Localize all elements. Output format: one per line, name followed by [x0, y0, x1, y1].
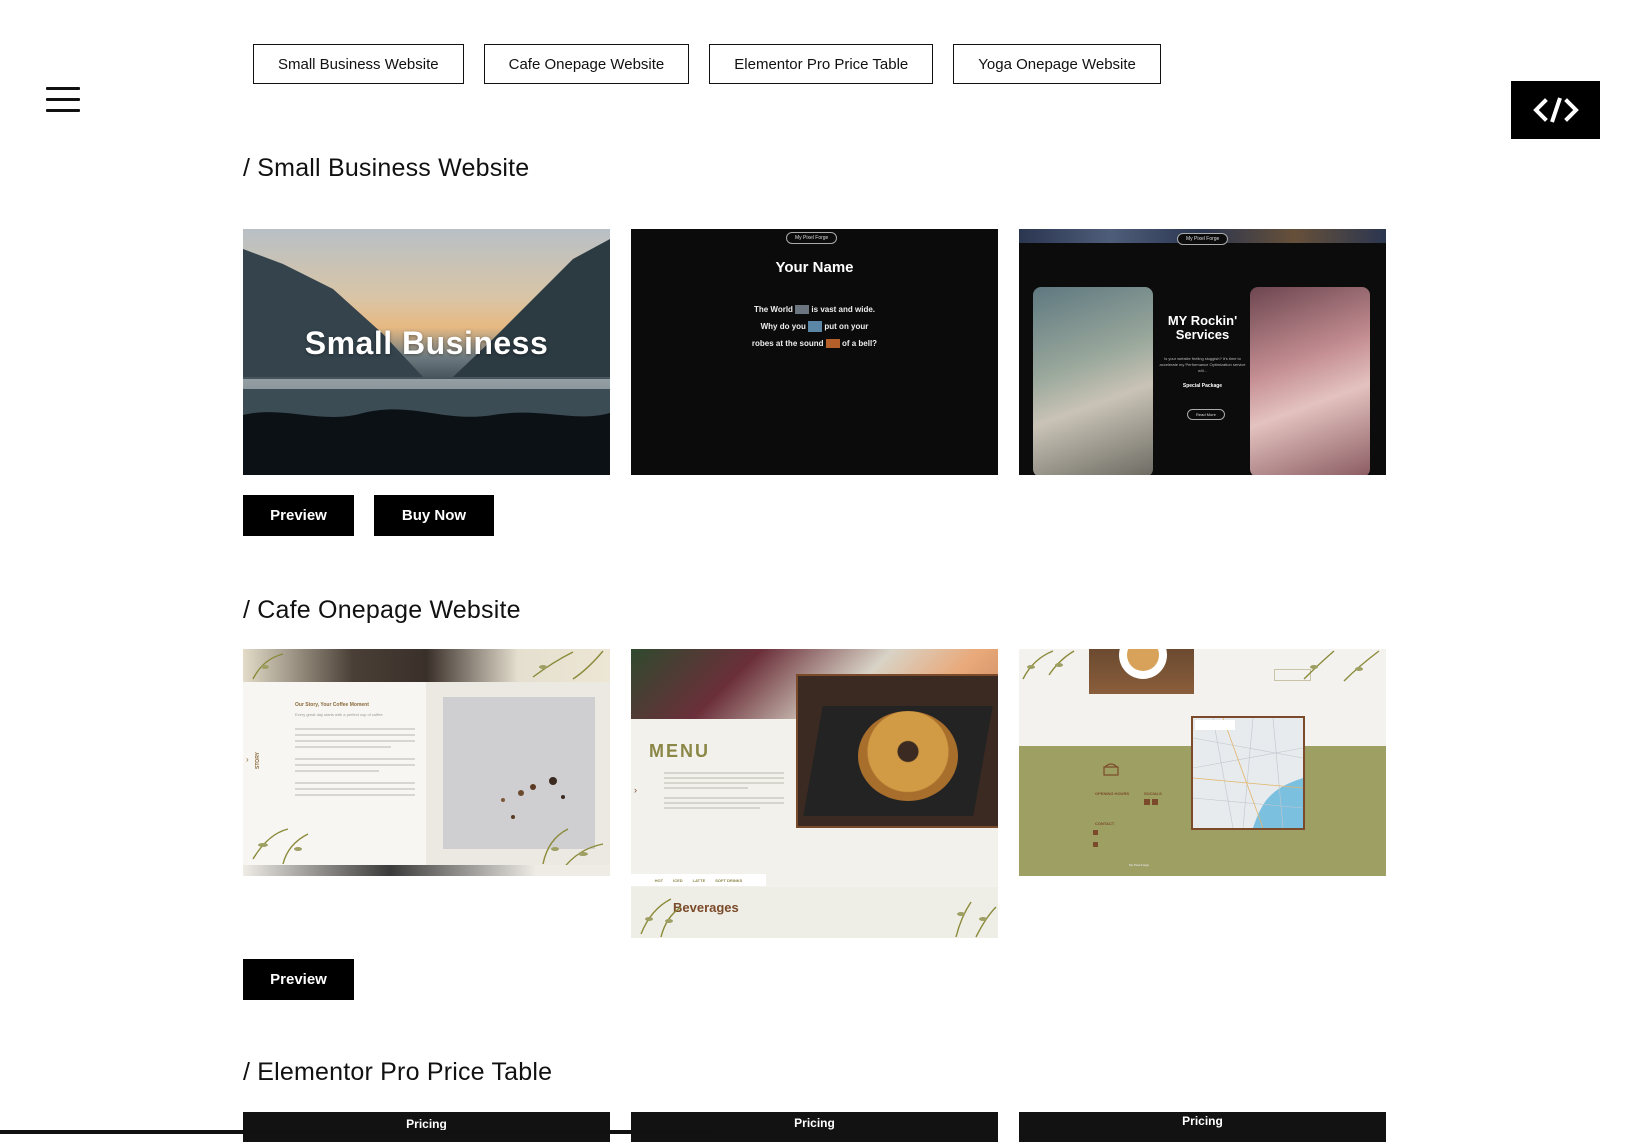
portrait-right: [1250, 287, 1370, 475]
thumb-title: Small Business: [304, 325, 549, 361]
pricing-label: Pricing: [794, 1116, 835, 1130]
code-icon: [1532, 97, 1579, 123]
pricing-label: Pricing: [1182, 1114, 1223, 1128]
preview-button-cafe[interactable]: Preview: [243, 959, 354, 1000]
thumb-cafe-1[interactable]: Our Story, Your Coffee Moment Every grea…: [243, 649, 610, 876]
bottom-strip: [243, 865, 610, 876]
cake-icon: [1102, 759, 1120, 777]
thumb-small-business-1[interactable]: Small Business: [243, 229, 610, 475]
buy-now-button[interactable]: Buy Now: [374, 495, 494, 536]
section-title-price-table: / Elementor Pro Price Table: [243, 1058, 553, 1086]
pricing-label: Pricing: [406, 1117, 447, 1131]
read-more-button: Read More: [1187, 409, 1225, 420]
footer-brand: My Pixel Forge: [1129, 863, 1150, 867]
code-button[interactable]: [1511, 81, 1600, 139]
nav-small-business[interactable]: Small Business Website: [253, 44, 464, 84]
thumb-cafe-3[interactable]: OPENING HOURS SOCIALS CONTACT My Pixel F…: [1019, 649, 1386, 876]
socials-label: SOCIALS: [1144, 791, 1162, 796]
preview-button-small-business[interactable]: Preview: [243, 495, 354, 536]
thumb-poem: The World is vast and wide. Why do you p…: [751, 305, 878, 349]
contact-label: CONTACT: [1095, 821, 1115, 826]
section-title-cafe: / Cafe Onepage Website: [243, 596, 521, 624]
thumb-price-table-2[interactable]: Pricing: [631, 1112, 998, 1142]
portrait-left: [1033, 287, 1153, 475]
thumb-small-business-3[interactable]: My Pixel Forge MY Rockin' Services Is yo…: [1019, 229, 1386, 475]
leaf-decoration-icon: [640, 898, 997, 938]
nav-yoga-onepage[interactable]: Yoga Onepage Website: [953, 44, 1161, 84]
thumb-heading: Your Name: [775, 259, 854, 276]
thumb-body: Is your website feeling sluggish? It's t…: [1159, 356, 1246, 373]
horizontal-scrollbar[interactable]: [0, 1130, 710, 1134]
hamburger-menu-icon[interactable]: [46, 87, 80, 113]
mail-icon: [1093, 842, 1098, 847]
thumb-price-table-3[interactable]: Pricing: [1019, 1112, 1386, 1142]
top-nav: Small Business Website Cafe Onepage Webs…: [253, 44, 1161, 84]
nav-cafe-onepage[interactable]: Cafe Onepage Website: [483, 44, 690, 84]
thumb-heading: MY Rockin' Services: [1167, 313, 1238, 342]
thumb-small-business-2[interactable]: My Pixel Forge Your Name The World is va…: [631, 229, 998, 475]
leaf-decoration-icon: [252, 650, 604, 870]
brand-pill: My Pixel Forge: [1177, 233, 1229, 245]
section-title-small-business: / Small Business Website: [243, 154, 530, 182]
nav-price-table[interactable]: Elementor Pro Price Table: [709, 44, 934, 84]
social-icon[interactable]: [1152, 799, 1158, 805]
thumb-special: Special Package: [1182, 383, 1223, 389]
thumb-price-table-1[interactable]: Pricing: [243, 1112, 610, 1142]
thumb-cafe-2[interactable]: MENU › HOT ICED LATTE SOFT DRINKS Bevera…: [631, 649, 998, 938]
brand-pill: My Pixel Forge: [786, 232, 838, 244]
phone-icon: [1093, 830, 1098, 835]
hours-label: OPENING HOURS: [1095, 791, 1130, 796]
social-icon[interactable]: [1144, 799, 1150, 805]
leaf-decoration-icon: [1022, 650, 1380, 682]
